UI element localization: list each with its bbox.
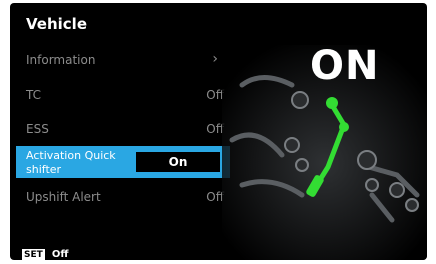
menu-item-ess[interactable]: ESS Off xyxy=(16,114,230,146)
chevron-right-icon: › xyxy=(212,51,218,67)
display-screen: Vehicle Information › TC Off ESS Off Act… xyxy=(10,3,427,260)
menu-item-label: ESS xyxy=(26,122,49,136)
menu-item-upshift-alert[interactable]: Upshift Alert Off xyxy=(16,182,230,214)
menu-item-label: Information xyxy=(26,53,96,67)
set-footer: SET Off xyxy=(22,244,68,260)
set-value: Off xyxy=(51,249,69,260)
status-on-label: ON xyxy=(310,43,380,89)
menu-item-activation-quick-shifter[interactable]: Activation Quick shifter On xyxy=(16,146,230,178)
menu-item-value: On xyxy=(168,155,188,169)
selected-value-box[interactable]: On xyxy=(136,152,220,172)
set-badge: SET xyxy=(22,248,45,260)
menu-item-label: Upshift Alert xyxy=(26,190,101,204)
page-title: Vehicle xyxy=(26,15,87,33)
menu-item-label: TC xyxy=(26,88,42,102)
menu-item-label: Activation Quick shifter xyxy=(26,149,116,176)
menu-item-tc[interactable]: TC Off xyxy=(16,80,230,112)
menu-item-information[interactable]: Information › xyxy=(16,45,230,77)
